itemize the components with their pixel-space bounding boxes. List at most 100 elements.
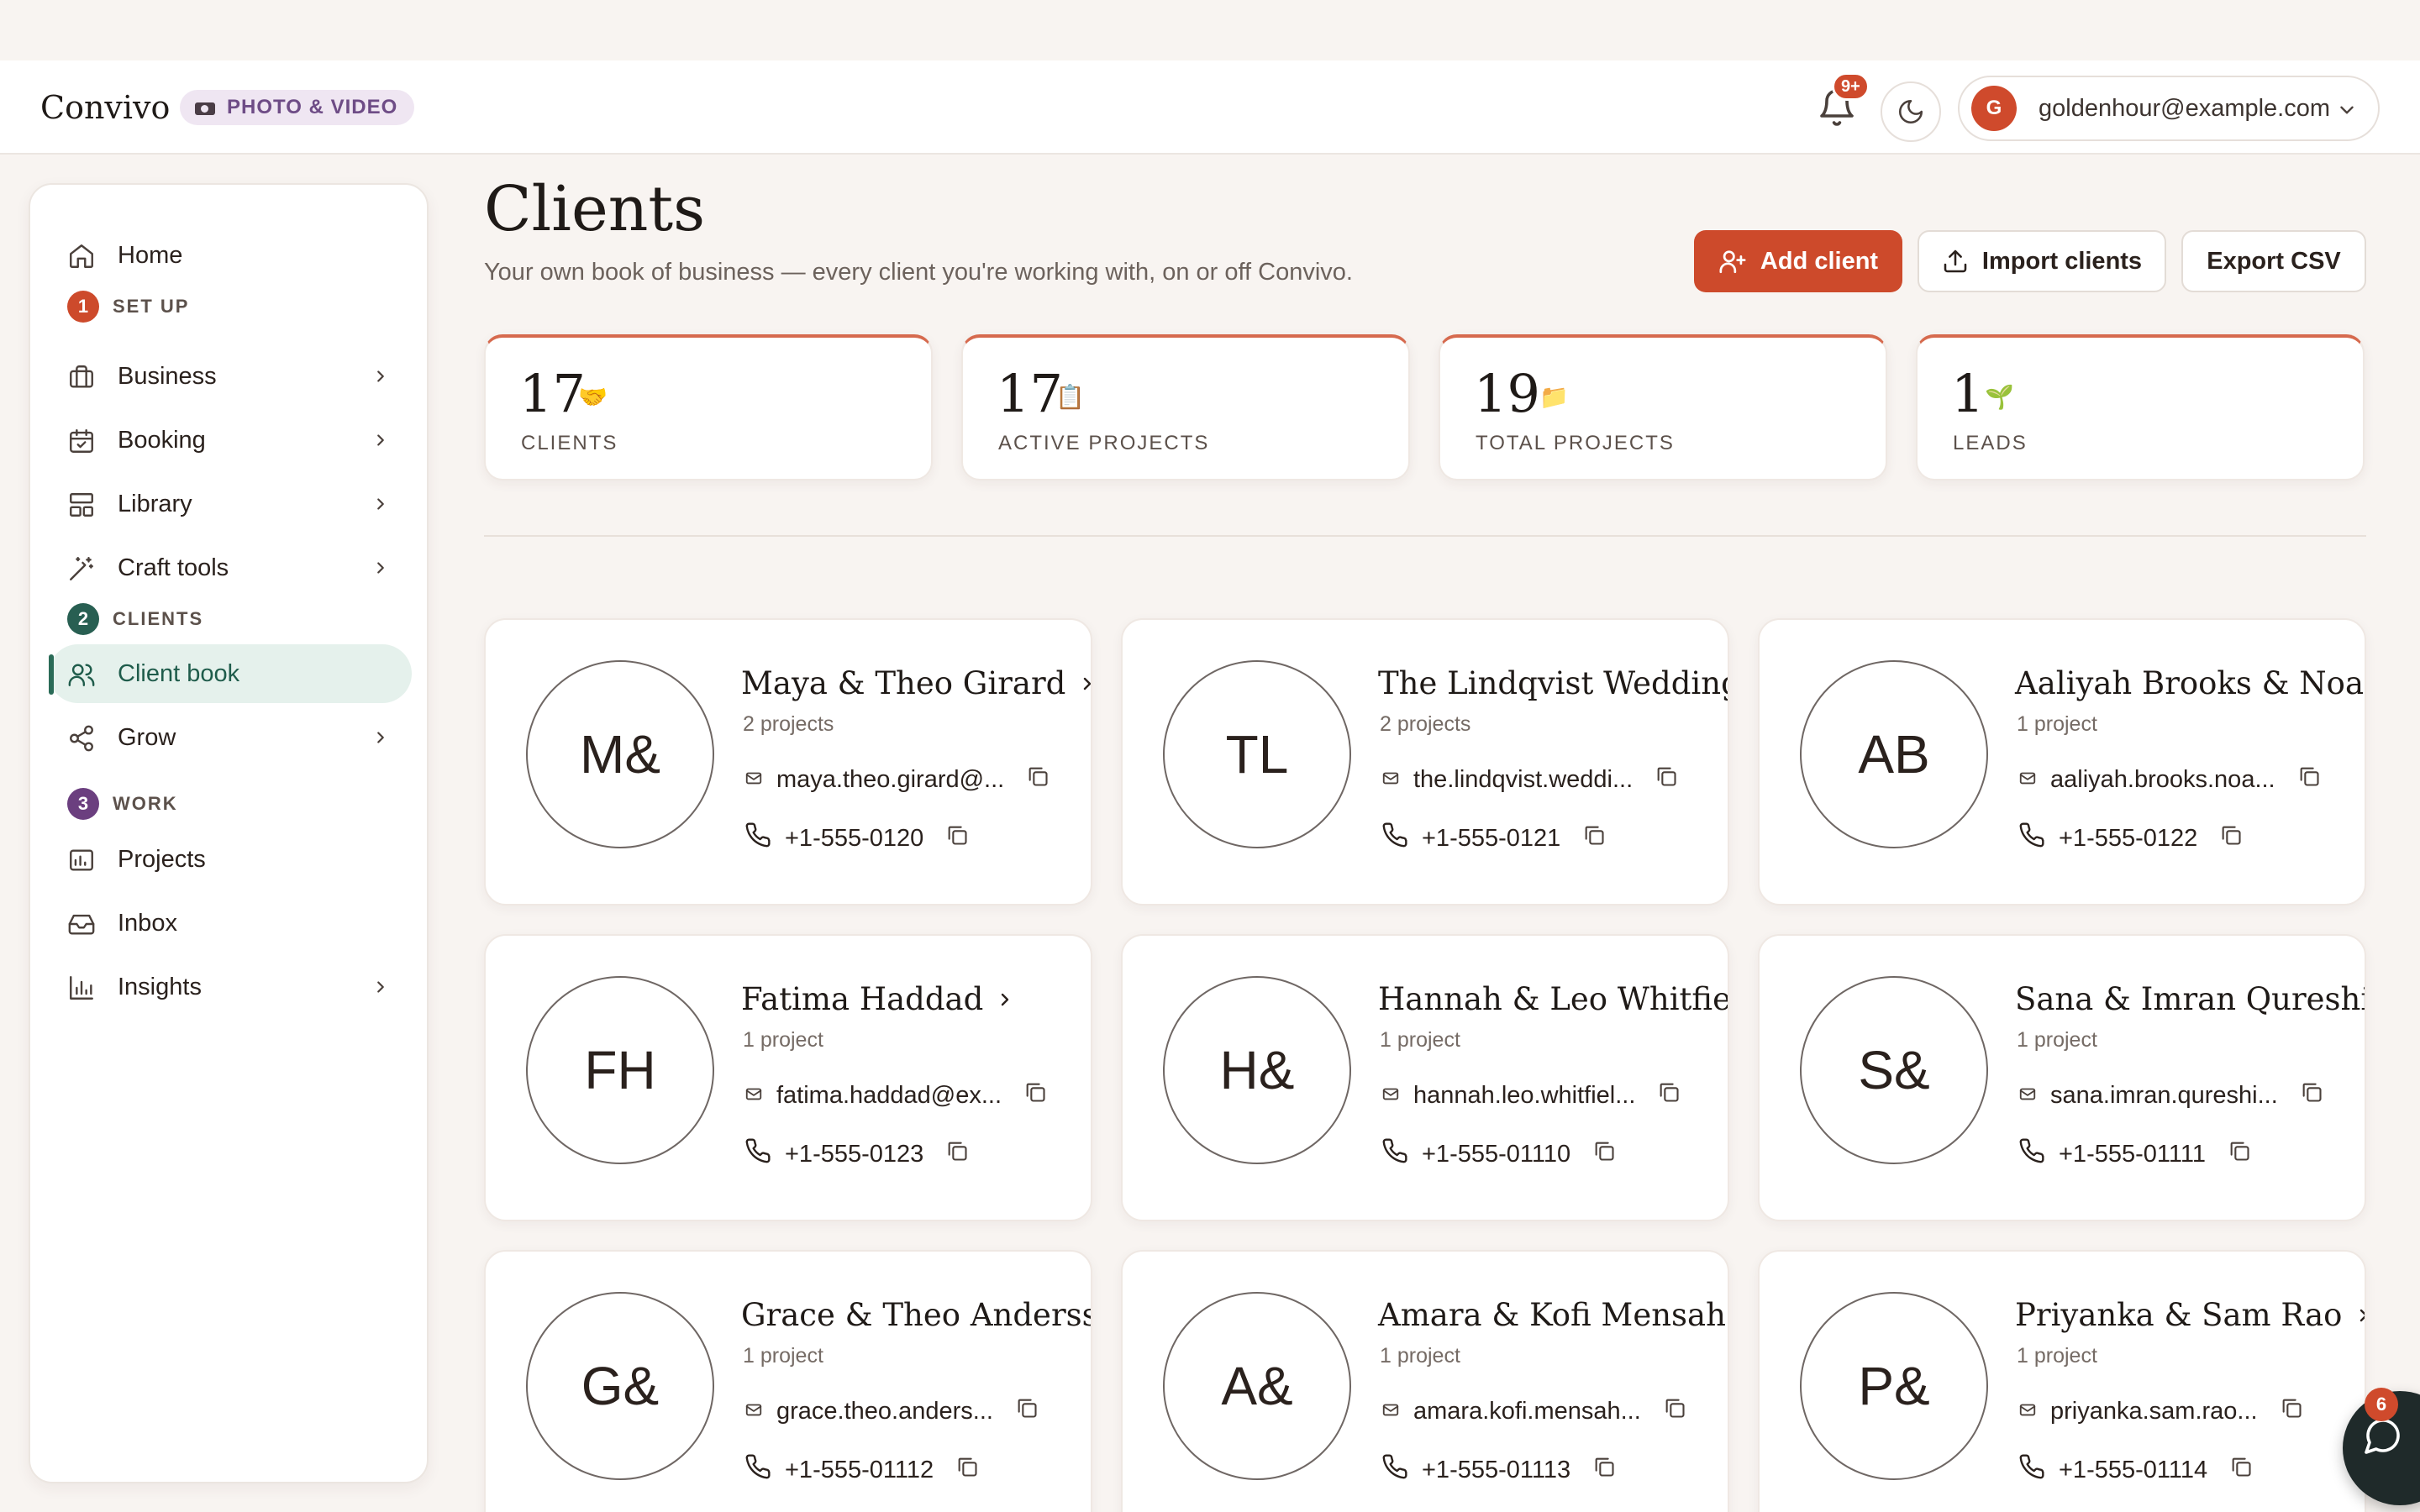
- copy-email-icon[interactable]: [1015, 1396, 1039, 1426]
- client-project-count: 2 projects: [743, 712, 834, 736]
- client-name-link[interactable]: Hannah & Leo Whitfield: [1378, 981, 1728, 1017]
- client-name-link[interactable]: Sana & Imran Qureshi: [2015, 981, 2365, 1017]
- mail-icon: [1381, 766, 1400, 794]
- copy-email-icon[interactable]: [1655, 764, 1678, 795]
- stat-card-clients: 17 🤝 CLIENTS: [484, 334, 933, 480]
- stat-label: ACTIVE PROJECTS: [998, 432, 1210, 454]
- client-email: hannah.leo.whitfiel...: [1413, 1081, 1636, 1109]
- client-email-row: grace.theo.anders...: [744, 1396, 1039, 1426]
- theme-toggle-button[interactable]: [1881, 81, 1941, 142]
- client-project-count: 1 project: [1380, 1028, 1460, 1052]
- sidebar-item-label: Booking: [118, 426, 206, 454]
- client-name: Maya & Theo Girard: [741, 665, 1066, 701]
- stat-label: LEADS: [1953, 432, 2028, 454]
- client-project-count: 1 project: [2017, 1344, 2097, 1368]
- sidebar-item-label: Library: [118, 490, 192, 517]
- chevron-down-icon: [2340, 106, 2354, 114]
- import-clients-label: Import clients: [1981, 247, 2143, 275]
- client-phone-row: +1-555-01111: [2018, 1137, 2251, 1171]
- client-name: Grace & Theo Andersson: [741, 1297, 1091, 1333]
- client-name-link[interactable]: Aaliyah Brooks & Noah Kim: [2015, 665, 2365, 701]
- phone-icon: [744, 1453, 771, 1487]
- client-card[interactable]: P& Priyanka & Sam Rao 1 project priyanka.sa…: [1758, 1250, 2366, 1512]
- users-icon: [68, 664, 95, 686]
- copy-phone-icon[interactable]: [2219, 823, 2243, 853]
- client-avatar: FH: [526, 976, 714, 1164]
- copy-phone-icon[interactable]: [1592, 1455, 1616, 1485]
- mail-icon: [2018, 1082, 2037, 1110]
- copy-email-icon[interactable]: [2297, 764, 2321, 795]
- copy-phone-icon[interactable]: [945, 823, 969, 853]
- import-clients-button[interactable]: Import clients: [1918, 230, 2166, 292]
- copy-phone-icon[interactable]: [955, 1455, 979, 1485]
- client-card[interactable]: AB Aaliyah Brooks & Noah Kim 1 project aali…: [1758, 618, 2366, 906]
- copy-phone-icon[interactable]: [1592, 1139, 1616, 1169]
- client-card[interactable]: M& Maya & Theo Girard 2 projects maya.theo.…: [484, 618, 1092, 906]
- sidebar-item-craft-tools[interactable]: Craft tools: [49, 538, 412, 597]
- mail-icon: [2018, 766, 2037, 794]
- client-project-count: 2 projects: [1380, 712, 1471, 736]
- client-card[interactable]: G&Grace & Theo Andersson 1 project grace.t…: [484, 1250, 1092, 1512]
- client-name-link[interactable]: Grace & Theo Andersson: [741, 1297, 1091, 1333]
- copy-email-icon[interactable]: [1663, 1396, 1686, 1426]
- avatar: G: [1971, 86, 2017, 131]
- client-name-link[interactable]: Priyanka & Sam Rao: [2015, 1297, 2365, 1333]
- copy-phone-icon[interactable]: [1582, 823, 1606, 853]
- copy-email-icon[interactable]: [1657, 1080, 1681, 1110]
- client-avatar: S&: [1800, 976, 1988, 1164]
- client-name-link[interactable]: The Lindqvist Wedding: [1378, 665, 1728, 701]
- copy-email-icon[interactable]: [2300, 1080, 2323, 1110]
- client-email-row: amara.kofi.mensah...: [1381, 1396, 1686, 1426]
- sidebar-item-insights[interactable]: Insights: [49, 958, 412, 1016]
- upload-icon: [1944, 249, 1967, 273]
- client-name-link[interactable]: Maya & Theo Girard: [741, 665, 1091, 701]
- sidebar-item-label: Home: [118, 241, 183, 269]
- phone-icon: [744, 822, 771, 855]
- client-email: maya.theo.girard@...: [776, 765, 1005, 793]
- chevron-right-icon: [377, 562, 384, 574]
- client-phone: +1-555-0123: [785, 1140, 924, 1168]
- client-name-link[interactable]: Fatima Haddad: [741, 981, 1015, 1017]
- sidebar-item-client-book[interactable]: Client book: [49, 644, 412, 703]
- account-menu-button[interactable]: G goldenhour@example.com: [1958, 76, 2380, 141]
- sidebar-item-grow[interactable]: Grow: [49, 708, 412, 767]
- sidebar-item-inbox[interactable]: Inbox: [49, 894, 412, 953]
- sidebar-item-library[interactable]: Library: [49, 475, 412, 533]
- notifications-badge: 9+: [1832, 72, 1870, 101]
- chevron-right-icon: [377, 498, 384, 510]
- mail-icon: [744, 1398, 763, 1425]
- sidebar-item-projects[interactable]: Projects: [49, 830, 412, 889]
- client-card[interactable]: H& Hannah & Leo Whitfield 1 project hannah.…: [1121, 934, 1729, 1221]
- export-csv-button[interactable]: Export CSV: [2181, 230, 2366, 292]
- copy-phone-icon[interactable]: [945, 1139, 969, 1169]
- client-phone-row: +1-555-0120: [744, 822, 969, 855]
- client-email: amara.kofi.mensah...: [1413, 1397, 1641, 1425]
- add-client-button[interactable]: Add client: [1694, 230, 1902, 292]
- copy-email-icon[interactable]: [1026, 764, 1050, 795]
- client-name-link[interactable]: Amara & Kofi Mensah: [1378, 1297, 1728, 1333]
- brand-logo[interactable]: Convivo: [40, 89, 170, 126]
- copy-phone-icon[interactable]: [2229, 1455, 2253, 1485]
- vertical-tag: PHOTO & VIDEO: [180, 90, 415, 125]
- seedling-icon: 🌱: [1985, 384, 2014, 410]
- client-card[interactable]: S& Sana & Imran Qureshi 1 project sana.imra…: [1758, 934, 2366, 1221]
- sidebar-item-booking[interactable]: Booking: [49, 411, 412, 470]
- copy-phone-icon[interactable]: [2228, 1139, 2251, 1169]
- client-card[interactable]: FH Fatima Haddad 1 project fatima.haddad@ex…: [484, 934, 1092, 1221]
- client-email-row: aaliyah.brooks.noa...: [2018, 764, 2321, 795]
- copy-email-icon[interactable]: [1023, 1080, 1047, 1110]
- mail-icon: [744, 766, 763, 794]
- copy-email-icon[interactable]: [2280, 1396, 2303, 1426]
- client-phone: +1-555-01113: [1422, 1456, 1571, 1483]
- section-setup: 1 SET UP: [67, 291, 189, 323]
- client-phone: +1-555-0121: [1422, 824, 1561, 852]
- client-email-row: sana.imran.qureshi...: [2018, 1080, 2323, 1110]
- client-phone: +1-555-0120: [785, 824, 924, 852]
- sidebar-item-business[interactable]: Business: [49, 347, 412, 406]
- client-phone-row: +1-555-01112: [744, 1453, 979, 1487]
- sidebar-item-home[interactable]: Home: [49, 226, 412, 285]
- client-card[interactable]: TL The Lindqvist Wedding 2 projects the.lin…: [1121, 618, 1729, 906]
- chat-badge: 6: [2365, 1388, 2398, 1421]
- client-email-row: priyanka.sam.rao...: [2018, 1396, 2303, 1426]
- client-card[interactable]: A& Amara & Kofi Mensah 1 project amara.kofi…: [1121, 1250, 1729, 1512]
